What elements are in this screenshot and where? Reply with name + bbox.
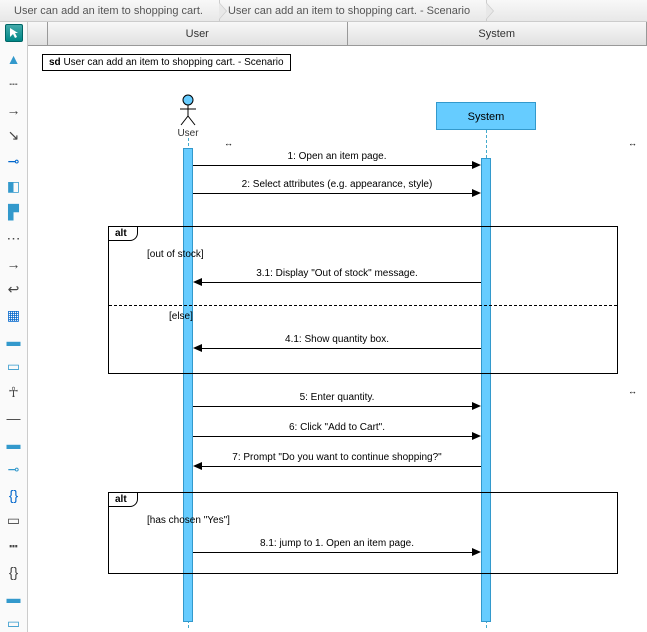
breadcrumb-item-2[interactable]: User can add an item to shopping cart. -… [220, 0, 487, 22]
connector-icon[interactable]: ⊸ [5, 460, 23, 478]
actor-icon[interactable]: ☥ [5, 383, 23, 401]
line-icon[interactable]: — [5, 409, 23, 427]
stickman-icon [176, 94, 200, 126]
triangle-icon[interactable]: ▲ [5, 50, 23, 68]
dots2-icon[interactable]: ┅ [5, 537, 23, 555]
breadcrumb-item-1[interactable]: User can add an item to shopping cart. [6, 0, 220, 22]
folder-icon[interactable]: ▬ [5, 589, 23, 607]
message-2[interactable]: 2: Select attributes (e.g. appearance, s… [193, 179, 481, 195]
guard-has-chosen-yes: [has chosen "Yes"] [147, 515, 230, 526]
rect2-icon[interactable]: ▭ [5, 358, 23, 376]
diagram-canvas[interactable]: sd User can add an item to shopping cart… [28, 46, 647, 632]
alt-divider [109, 305, 617, 306]
message-7[interactable]: 7: Prompt "Do you want to continue shopp… [193, 452, 481, 468]
card-icon[interactable]: ▭ [5, 614, 23, 632]
actor-user[interactable]: User [176, 94, 200, 139]
column-headers: User System [28, 22, 647, 46]
arrow-down-icon[interactable]: ↘ [5, 127, 23, 145]
dashed-line-icon[interactable]: ┄ [5, 75, 23, 93]
braces-icon[interactable]: {} [5, 486, 23, 504]
header-user: User [48, 22, 348, 45]
diagram-frame-label: sd User can add an item to shopping cart… [42, 54, 291, 71]
header-corner [28, 22, 48, 45]
message-6[interactable]: 6: Click "Add to Cart". [193, 422, 481, 438]
node-icon[interactable]: ▬ [5, 435, 23, 453]
blue-box-icon[interactable]: ◧ [5, 178, 23, 196]
message-8-1[interactable]: 8.1: jump to 1. Open an item page. [193, 538, 481, 554]
breadcrumb: User can add an item to shopping cart. U… [0, 0, 647, 22]
alt-fragment-2[interactable]: alt [has chosen "Yes"] [108, 492, 618, 574]
guard-out-of-stock: [out of stock] [147, 249, 204, 260]
alt-fragment-1[interactable]: alt [out of stock] [else] [108, 226, 618, 374]
rect-icon[interactable]: ▬ [5, 332, 23, 350]
save-icon[interactable]: ▦ [5, 306, 23, 324]
marker-icon[interactable]: ⊸ [5, 152, 23, 170]
alt-label: alt [108, 492, 138, 507]
frame-icon[interactable]: ▭ [5, 512, 23, 530]
message-5[interactable]: 5: Enter quantity. [193, 392, 481, 408]
resize-handle-icon[interactable]: ↔ [628, 386, 636, 394]
actor-system[interactable]: System [436, 102, 536, 130]
flag-icon[interactable]: ▛ [5, 204, 23, 222]
message-3-1[interactable]: 3.1: Display "Out of stock" message. [193, 268, 481, 284]
braces2-icon[interactable]: {} [5, 563, 23, 581]
back-arrow-icon[interactable]: ↩ [5, 281, 23, 299]
tool-palette: ▲ ┄ → ↘ ⊸ ◧ ▛ ⋯ → ↩ ▦ ▬ ▭ ☥ — ▬ ⊸ {} ▭ ┅… [0, 22, 28, 632]
resize-handle-icon[interactable]: ↔ [628, 138, 636, 146]
dots-icon[interactable]: ⋯ [5, 229, 23, 247]
resize-handle-icon[interactable]: ↔ [224, 138, 232, 146]
arrow-thin-icon[interactable]: → [5, 255, 23, 273]
guard-else: [else] [169, 311, 193, 322]
header-system: System [348, 22, 647, 45]
message-4-1[interactable]: 4.1: Show quantity box. [193, 334, 481, 350]
cursor-tool-icon[interactable] [5, 24, 23, 42]
message-1[interactable]: 1: Open an item page. [193, 151, 481, 167]
alt-label: alt [108, 226, 138, 241]
arrow-right-icon[interactable]: → [5, 101, 23, 119]
